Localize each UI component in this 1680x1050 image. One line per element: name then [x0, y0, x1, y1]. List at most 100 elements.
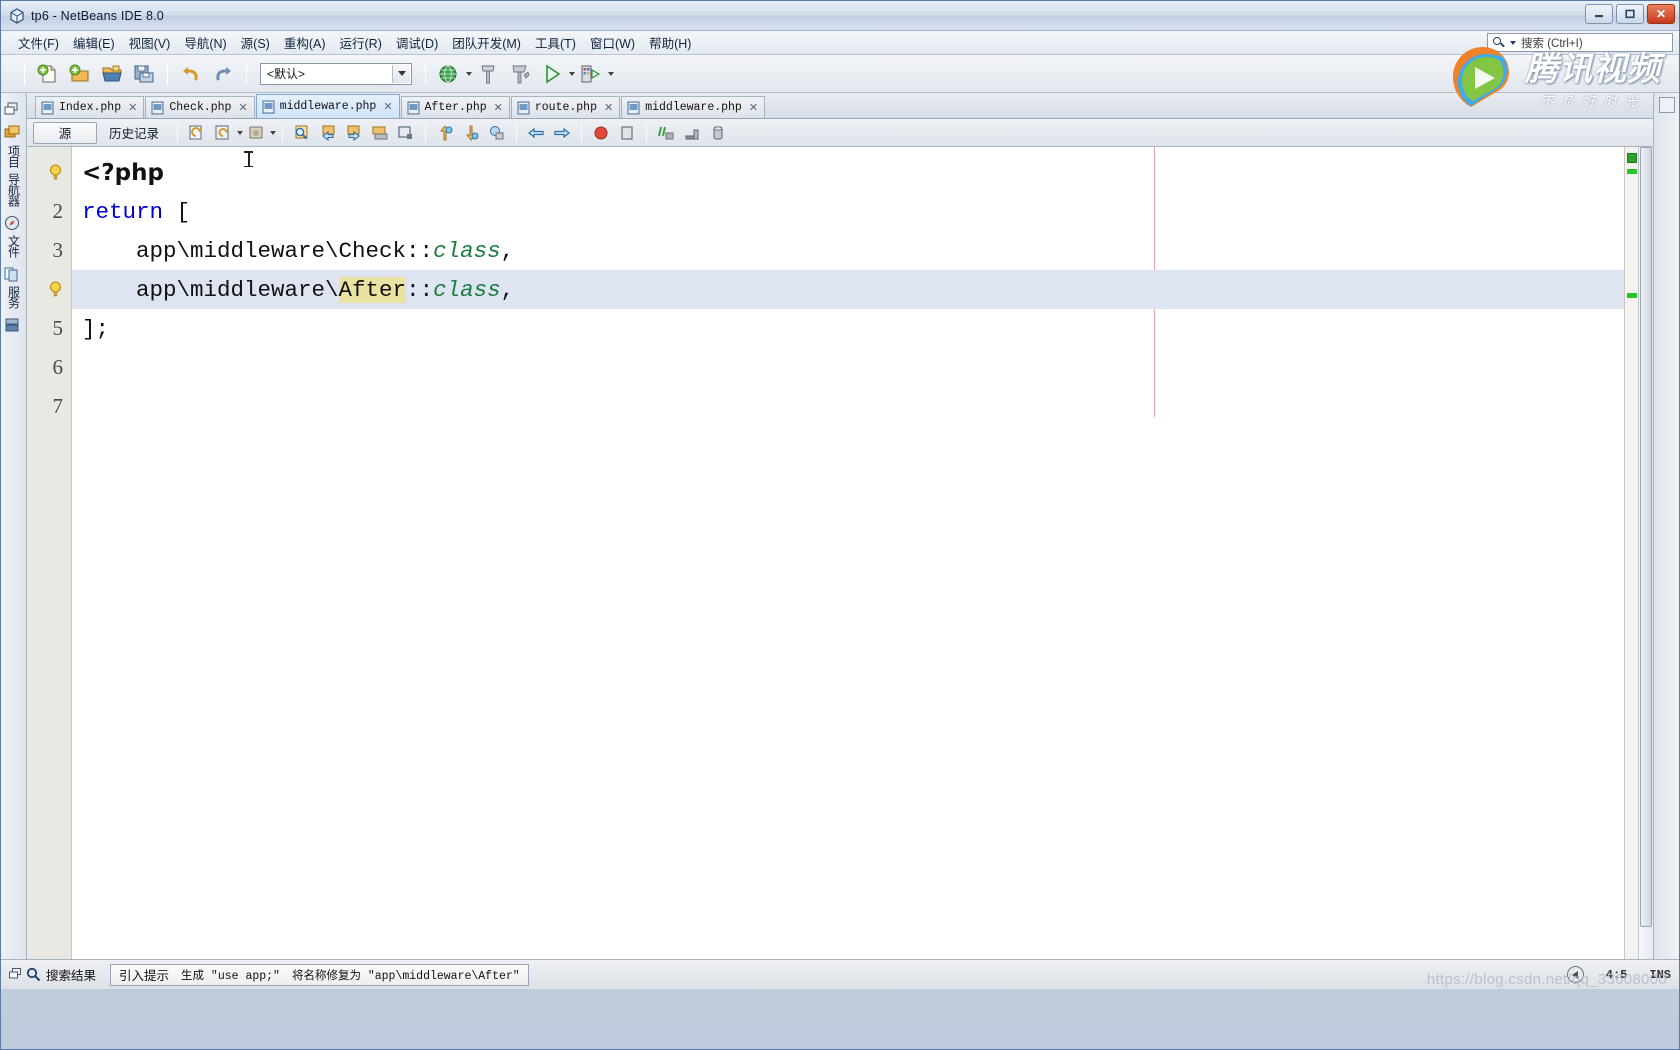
start-macro-button[interactable] [589, 121, 613, 145]
line-number-gutter[interactable]: 2 3 5 6 7 [27, 147, 72, 959]
sidebar-tab-navigator[interactable]: 导航器 [7, 173, 21, 206]
clean-build-button[interactable] [506, 60, 534, 88]
editor-tab-route-php[interactable]: route.php ✕ [510, 96, 621, 118]
editor-tab-after-php[interactable]: After.php ✕ [400, 96, 510, 118]
toggle-bookmark2-button[interactable] [485, 121, 509, 145]
menu-debug[interactable]: 调试(D) [389, 31, 445, 54]
close-button[interactable]: ✕ [1647, 4, 1675, 24]
error-stripe-mark[interactable] [1627, 169, 1637, 174]
hint-generate-use[interactable]: 生成 "use app;" [181, 967, 280, 983]
gutter-line-3[interactable]: 3 [27, 231, 71, 270]
error-stripe-mark[interactable] [1627, 293, 1637, 298]
close-icon[interactable]: ✕ [128, 102, 137, 113]
save-all-button[interactable] [130, 60, 158, 88]
toggle-highlight-button[interactable] [368, 121, 392, 145]
code-editor[interactable]: 2 3 5 6 7 <?php return [app\middleware\… [27, 147, 1653, 959]
close-icon[interactable]: ✕ [238, 102, 247, 113]
debug-project-button[interactable] [577, 60, 605, 88]
comment-button[interactable] [654, 121, 678, 145]
close-icon[interactable]: ✕ [383, 101, 392, 112]
menu-navigate[interactable]: 导航(N) [177, 31, 233, 54]
hint-import-label[interactable]: 引入提示 [119, 965, 169, 984]
menu-window[interactable]: 窗口(W) [583, 31, 642, 54]
menu-view[interactable]: 视图(V) [122, 31, 178, 54]
chevron-down-icon[interactable] [466, 71, 472, 76]
stop-macro-button[interactable] [615, 121, 639, 145]
sidebar-tab-files[interactable]: 文件 [7, 235, 21, 257]
next-bookmark-button[interactable] [459, 121, 483, 145]
code-line-7[interactable] [72, 387, 1624, 426]
code-line-4[interactable]: app\middleware\ After :: class , [72, 270, 1624, 309]
scrollbar-thumb[interactable] [1640, 147, 1652, 927]
find-previous-button[interactable] [316, 121, 340, 145]
editor-tab-check-php[interactable]: Check.php ✕ [145, 96, 255, 118]
maximize-button[interactable] [1616, 4, 1644, 24]
chevron-down-icon[interactable] [270, 130, 277, 135]
code-text-area[interactable]: <?php return [ app\middleware\Check:: cl… [72, 147, 1624, 959]
tab-source[interactable]: 源 [33, 121, 97, 144]
code-line-1[interactable]: <?php [72, 151, 1624, 192]
menu-help[interactable]: 帮助(H) [642, 31, 698, 54]
sidebar-tab-projects[interactable]: 项目 [7, 145, 21, 167]
find-in-file-button[interactable] [394, 121, 418, 145]
minimize-button[interactable] [1585, 4, 1613, 24]
gutter-line-2[interactable]: 2 [27, 192, 71, 231]
uncomment-button[interactable] [680, 121, 704, 145]
editor-tab-middleware-php-2[interactable]: middleware.php ✕ [621, 96, 766, 118]
window-grid-icon[interactable] [1658, 97, 1675, 113]
menu-edit[interactable]: 编辑(E) [66, 31, 122, 54]
search-input[interactable]: 搜索 (Ctrl+I) [1487, 33, 1673, 52]
window-restore-icon[interactable] [9, 968, 22, 981]
menu-tools[interactable]: 工具(T) [528, 31, 583, 54]
code-line-5[interactable]: ]; [72, 309, 1624, 348]
menu-refactor[interactable]: 重构(A) [277, 31, 333, 54]
build-button[interactable] [474, 60, 502, 88]
refresh-button[interactable] [185, 121, 209, 145]
gutter-line-1[interactable] [27, 153, 71, 192]
gutter-line-4[interactable] [27, 270, 71, 309]
new-file-button[interactable] [34, 60, 62, 88]
gutter-line-5[interactable]: 5 [27, 309, 71, 348]
chevron-down-icon[interactable] [608, 71, 614, 76]
close-icon[interactable]: ✕ [604, 102, 613, 113]
error-stripe[interactable] [1624, 147, 1638, 959]
menu-source[interactable]: 源(S) [234, 31, 277, 54]
menu-run[interactable]: 运行(R) [333, 31, 389, 54]
inspect-button[interactable] [706, 121, 730, 145]
hint-bulb-icon[interactable] [48, 163, 63, 182]
new-project-button[interactable] [66, 60, 94, 88]
shift-left-button[interactable] [524, 121, 548, 145]
close-icon[interactable]: ✕ [494, 102, 503, 113]
menu-file[interactable]: 文件(F) [11, 31, 66, 54]
code-line-6[interactable] [72, 348, 1624, 387]
notification-icon[interactable] [1566, 966, 1584, 983]
window-restore-icon[interactable] [4, 102, 24, 120]
open-project-button[interactable] [98, 60, 126, 88]
toggle-bookmark-button[interactable] [244, 121, 268, 145]
previous-bookmark-button[interactable] [433, 121, 457, 145]
chevron-down-icon[interactable] [237, 130, 244, 135]
code-line-3[interactable]: app\middleware\Check:: class , [72, 231, 1624, 270]
hint-bulb-icon[interactable] [48, 280, 63, 299]
shift-right-button[interactable] [550, 121, 574, 145]
sidebar-tab-services[interactable]: 服务 [7, 286, 21, 308]
hint-fix-name[interactable]: 将名称修复为 "app\middleware\After" [292, 967, 520, 983]
chevron-down-icon[interactable] [569, 71, 575, 76]
undo-button[interactable] [177, 60, 205, 88]
redo-button[interactable] [209, 60, 237, 88]
last-edit-button[interactable] [211, 121, 235, 145]
code-line-2[interactable]: return [ [72, 192, 1624, 231]
insert-mode-indicator[interactable]: INS [1649, 968, 1671, 982]
run-web-button[interactable] [435, 60, 463, 88]
find-selection-button[interactable] [290, 121, 314, 145]
editor-tab-index-php[interactable]: Index.php ✕ [35, 96, 145, 118]
menu-team[interactable]: 团队开发(M) [445, 31, 528, 54]
tab-history[interactable]: 历史记录 [97, 122, 171, 144]
editor-tab-middleware-php[interactable]: middleware.php ✕ [255, 94, 400, 118]
error-stripe-mark[interactable] [1627, 153, 1637, 163]
run-project-button[interactable] [538, 60, 566, 88]
search-results-panel-button[interactable]: 搜索结果 [22, 963, 104, 986]
chevron-down-icon[interactable] [392, 64, 410, 83]
project-config-combo[interactable]: <默认> [260, 62, 412, 85]
close-icon[interactable]: ✕ [749, 102, 758, 113]
